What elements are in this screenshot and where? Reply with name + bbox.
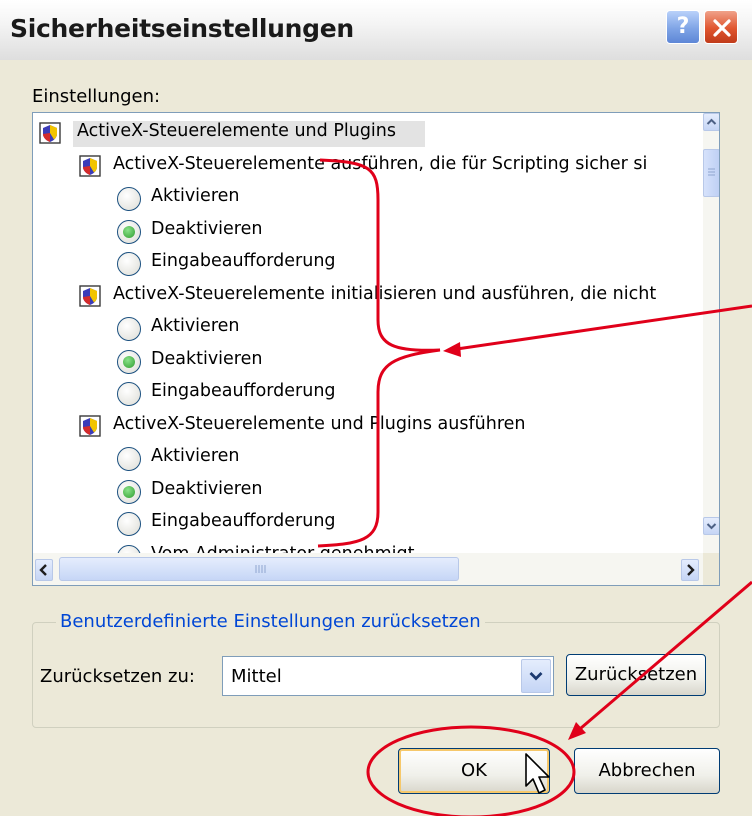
mouse-pointer-icon [525, 753, 550, 794]
annotation-arrow-head-1 [443, 342, 461, 357]
security-settings-dialog: Sicherheitseinstellungen ? Einstellungen… [0, 0, 752, 816]
annotation-bracket [317, 158, 441, 548]
annotation-overlay [317, 158, 752, 816]
annotation-arrow-line-2 [573, 580, 752, 736]
annotation-arrow-line-1 [449, 304, 752, 352]
